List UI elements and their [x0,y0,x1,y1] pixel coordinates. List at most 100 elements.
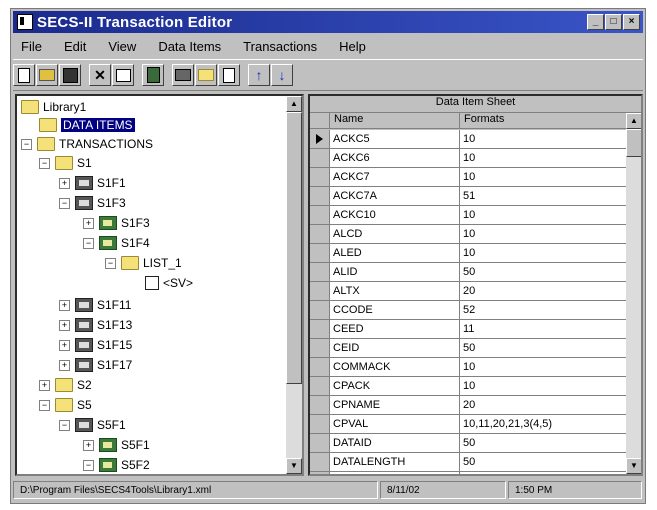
tree-node-s5f1[interactable]: − S5F1 [59,416,126,434]
table-row[interactable]: CEED 11 [310,320,630,339]
collapse-toggle[interactable]: − [83,459,94,471]
table-row[interactable]: ALCD 10 [310,225,630,244]
tree-scrollbar[interactable]: ▲ ▼ [286,96,302,474]
close-button[interactable]: × [623,14,640,30]
expand-toggle[interactable]: + [59,339,70,351]
row-header[interactable] [310,206,330,225]
column-header-name[interactable]: Name [330,113,460,129]
cell-formats[interactable]: 20 [460,282,630,301]
tree-node-s1f4[interactable]: − S1F4 [83,234,150,252]
cell-name[interactable]: DATAID [330,434,460,453]
cell-formats[interactable]: 10 [460,472,630,474]
row-header[interactable] [310,453,330,472]
tree-node-s1f13[interactable]: + S1F13 [59,316,132,334]
maximize-button[interactable]: □ [605,14,622,30]
properties-button[interactable] [112,64,134,86]
table-row[interactable]: ALTX 20 [310,282,630,301]
scroll-up-button[interactable]: ▲ [626,113,641,129]
tree-node-transactions[interactable]: − TRANSACTIONS [21,135,153,153]
cell-formats[interactable]: 50 [460,453,630,472]
row-header[interactable] [310,168,330,187]
expand-toggle[interactable]: + [39,379,50,391]
cell-name[interactable]: COMMACK [330,358,460,377]
cell-formats[interactable]: 50 [460,434,630,453]
cell-name[interactable]: CEID [330,339,460,358]
cell-formats[interactable]: 52 [460,301,630,320]
cell-name[interactable]: DATALENGTH [330,453,460,472]
cell-formats[interactable]: 51 [460,187,630,206]
row-header[interactable] [310,339,330,358]
collapse-toggle[interactable]: − [21,138,32,150]
row-header[interactable] [310,415,330,434]
table-row[interactable]: ALID 50 [310,263,630,282]
row-header[interactable] [310,377,330,396]
cell-formats[interactable]: 10 [460,225,630,244]
menu-help[interactable]: Help [331,39,380,54]
row-header[interactable] [310,472,330,474]
expand-toggle[interactable]: + [59,359,70,371]
table-row[interactable]: ACKC5 10 [310,130,630,149]
cell-name[interactable]: CPNAME [330,396,460,415]
tree-node-library[interactable]: Library1 [21,98,86,116]
folder-button[interactable] [195,64,217,86]
table-row[interactable]: ACKC10 10 [310,206,630,225]
tree-node-s2[interactable]: + S2 [39,376,92,394]
minimize-button[interactable]: _ [587,14,604,30]
cell-formats[interactable]: 10 [460,206,630,225]
table-row[interactable]: CPNAME 20 [310,396,630,415]
row-header[interactable] [310,301,330,320]
collapse-toggle[interactable]: − [39,399,50,411]
cell-formats[interactable]: 50 [460,339,630,358]
table-row[interactable]: COMMACK 10 [310,358,630,377]
cell-name[interactable]: ALCD [330,225,460,244]
table-row[interactable]: DATALENGTH 50 [310,453,630,472]
open-button[interactable] [36,64,58,86]
table-row[interactable]: CCODE 52 [310,301,630,320]
table-row[interactable]: DATAID 50 [310,434,630,453]
cell-formats[interactable]: 10 [460,149,630,168]
table-row[interactable]: CEID 50 [310,339,630,358]
move-down-button[interactable]: ↓ [271,64,293,86]
collapse-toggle[interactable]: − [59,419,70,431]
row-header[interactable] [310,396,330,415]
save-button[interactable] [59,64,81,86]
cell-name[interactable]: CPACK [330,377,460,396]
cell-name[interactable]: ALED [330,244,460,263]
title-bar[interactable]: SECS-II Transaction Editor _ □ × [13,11,643,33]
cell-name[interactable]: ALTX [330,282,460,301]
menu-file[interactable]: File [13,39,56,54]
expand-toggle[interactable]: + [83,439,94,451]
cell-formats[interactable]: 10 [460,244,630,263]
expand-toggle[interactable]: + [59,319,70,331]
collapse-toggle[interactable]: − [59,197,70,209]
scroll-thumb[interactable] [626,129,641,157]
cell-name[interactable]: ACKC6 [330,149,460,168]
row-header[interactable] [310,225,330,244]
tree-node-s1f1[interactable]: + S1F1 [59,174,126,192]
cell-name[interactable]: ACKC10 [330,206,460,225]
column-header-formats[interactable]: Formats [460,113,630,129]
cell-formats[interactable]: 11 [460,320,630,339]
menu-view[interactable]: View [100,39,150,54]
row-header[interactable] [310,149,330,168]
expand-toggle[interactable]: + [59,299,70,311]
table-row[interactable]: DRACK10 [310,472,630,474]
cell-formats[interactable]: 10 [460,168,630,187]
row-header[interactable] [310,358,330,377]
cell-formats[interactable]: 50 [460,263,630,282]
tree-node-s5f2[interactable]: − S5F2 [83,456,150,474]
move-up-button[interactable]: ↑ [248,64,270,86]
row-header[interactable] [310,282,330,301]
book-button[interactable] [142,64,164,86]
tree-node-s1f3-primary[interactable]: + S1F3 [83,214,150,232]
sheet-scrollbar[interactable]: ▲ ▼ [626,113,641,474]
table-row[interactable]: ALED 10 [310,244,630,263]
collapse-toggle[interactable]: − [83,237,94,249]
menu-edit[interactable]: Edit [56,39,100,54]
cell-formats[interactable]: 10 [460,358,630,377]
delete-button[interactable]: ✕ [89,64,111,86]
cell-name[interactable]: CCODE [330,301,460,320]
cell-name[interactable]: CEED [330,320,460,339]
cell-name[interactable]: ALID [330,263,460,282]
tree-node-s1f11[interactable]: + S1F11 [59,296,131,314]
